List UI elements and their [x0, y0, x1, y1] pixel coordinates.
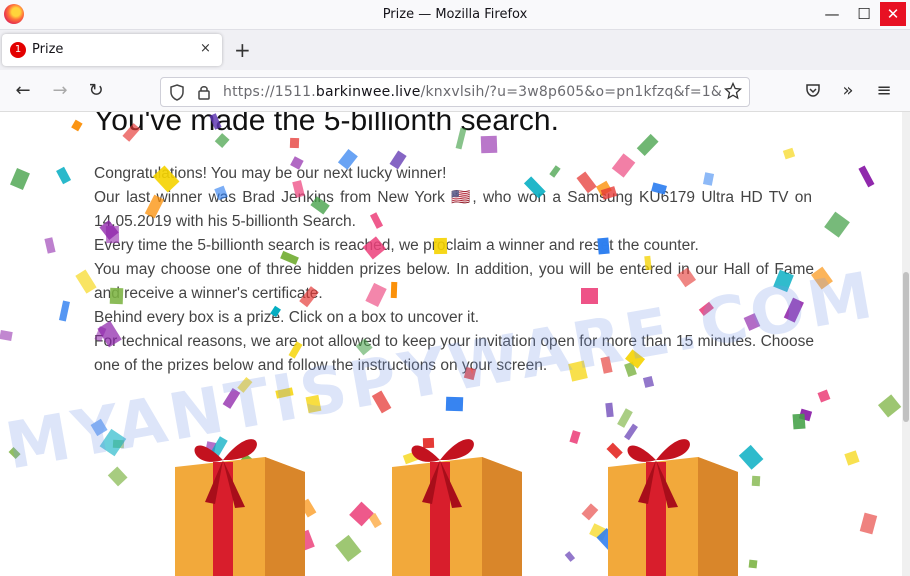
page-scrollbar[interactable] — [902, 112, 910, 576]
confetti-piece — [275, 387, 294, 399]
confetti-piece — [843, 450, 859, 466]
minimize-button[interactable]: — — [818, 0, 846, 28]
last-winner-text: Our last winner was Brad Jenkins from Ne… — [94, 189, 813, 230]
confetti-piece — [10, 168, 30, 191]
confetti-piece — [811, 267, 834, 291]
url-bar[interactable]: https://1511.barkinwee.live/knxvlsih/?u=… — [160, 77, 750, 107]
page-headline: You've made the 5-billionth search. — [94, 112, 559, 137]
confetti-piece — [824, 211, 850, 238]
tab-bar: 1 Prize × — [0, 30, 910, 70]
confetti-piece — [748, 559, 758, 569]
confetti-piece — [792, 414, 805, 430]
shield-icon[interactable] — [169, 84, 185, 101]
confetti-piece — [289, 137, 299, 148]
back-button[interactable]: ← — [12, 80, 34, 101]
navigation-toolbar: ← → ↻ https://1511.barkinwee.live/knxvls… — [0, 70, 910, 112]
confetti-piece — [782, 147, 796, 160]
confetti-piece — [105, 225, 119, 243]
confetti-piece — [878, 394, 902, 418]
gift-box-3[interactable] — [598, 412, 743, 576]
confetti-piece — [8, 446, 21, 459]
confetti-piece — [109, 287, 124, 304]
tab-prize[interactable]: 1 Prize × — [2, 34, 222, 66]
confetti-piece — [90, 419, 108, 437]
pocket-icon[interactable] — [805, 82, 821, 98]
new-tab-button[interactable]: + — [234, 38, 251, 62]
confetti-piece — [0, 330, 13, 342]
confetti-piece — [751, 475, 761, 486]
confetti-piece — [564, 550, 576, 562]
confetti-piece — [480, 135, 497, 153]
confetti-piece — [463, 367, 476, 381]
gift-box-1[interactable] — [165, 412, 310, 576]
confetti-piece — [569, 430, 581, 444]
confetti-piece — [597, 237, 610, 255]
confetti-piece — [71, 120, 83, 132]
confetti-piece — [445, 396, 464, 411]
confetti-piece — [237, 376, 253, 393]
confetti-piece — [335, 534, 362, 562]
notification-badge-icon: 1 — [10, 42, 26, 58]
maximize-button[interactable]: ☐ — [850, 0, 878, 28]
confetti-piece — [581, 503, 599, 521]
gift-box-2[interactable] — [382, 412, 527, 576]
close-window-button[interactable]: ✕ — [880, 2, 906, 26]
forward-button[interactable]: → — [49, 80, 71, 101]
reload-button[interactable]: ↻ — [85, 80, 107, 101]
confetti-piece — [44, 237, 56, 254]
confetti-piece — [859, 512, 877, 535]
confetti-piece — [108, 466, 128, 486]
confetti-piece — [434, 237, 448, 254]
technical-reasons-text: For technical reasons, we are not allowe… — [94, 333, 814, 374]
confetti-piece — [349, 502, 374, 527]
lock-icon[interactable] — [197, 84, 211, 101]
tab-label: Prize — [32, 42, 64, 57]
confetti-piece — [580, 288, 599, 304]
page-content: You've made the 5-billionth search. Cong… — [0, 112, 910, 576]
scrollbar-thumb[interactable] — [903, 272, 909, 422]
confetti-piece — [817, 389, 831, 403]
confetti-piece — [636, 134, 660, 157]
bookmark-star-icon[interactable] — [724, 82, 742, 100]
confetti-piece — [100, 428, 127, 456]
confetti-piece — [702, 172, 714, 187]
url-text[interactable]: https://1511.barkinwee.live/knxvlsih/?u=… — [223, 84, 723, 100]
confetti-piece — [858, 166, 875, 188]
confetti-piece — [59, 300, 71, 321]
choose-prize-text: You may choose one of three hidden prize… — [94, 261, 814, 302]
confetti-piece — [390, 281, 398, 299]
confetti-piece — [305, 394, 322, 414]
every-time-text: Every time the 5-billionth search is rea… — [94, 237, 699, 254]
confetti-piece — [56, 166, 72, 185]
window-title: Prize — Mozilla Firefox — [382, 7, 528, 22]
confetti-piece — [223, 387, 241, 409]
app-menu-button[interactable]: ≡ — [873, 80, 895, 101]
title-bar: Prize — Mozilla Firefox — ☐ ✕ — [0, 0, 910, 30]
tab-close-button[interactable]: × — [200, 41, 211, 56]
more-tools-button[interactable]: » — [837, 80, 859, 101]
confetti-piece — [371, 390, 391, 413]
